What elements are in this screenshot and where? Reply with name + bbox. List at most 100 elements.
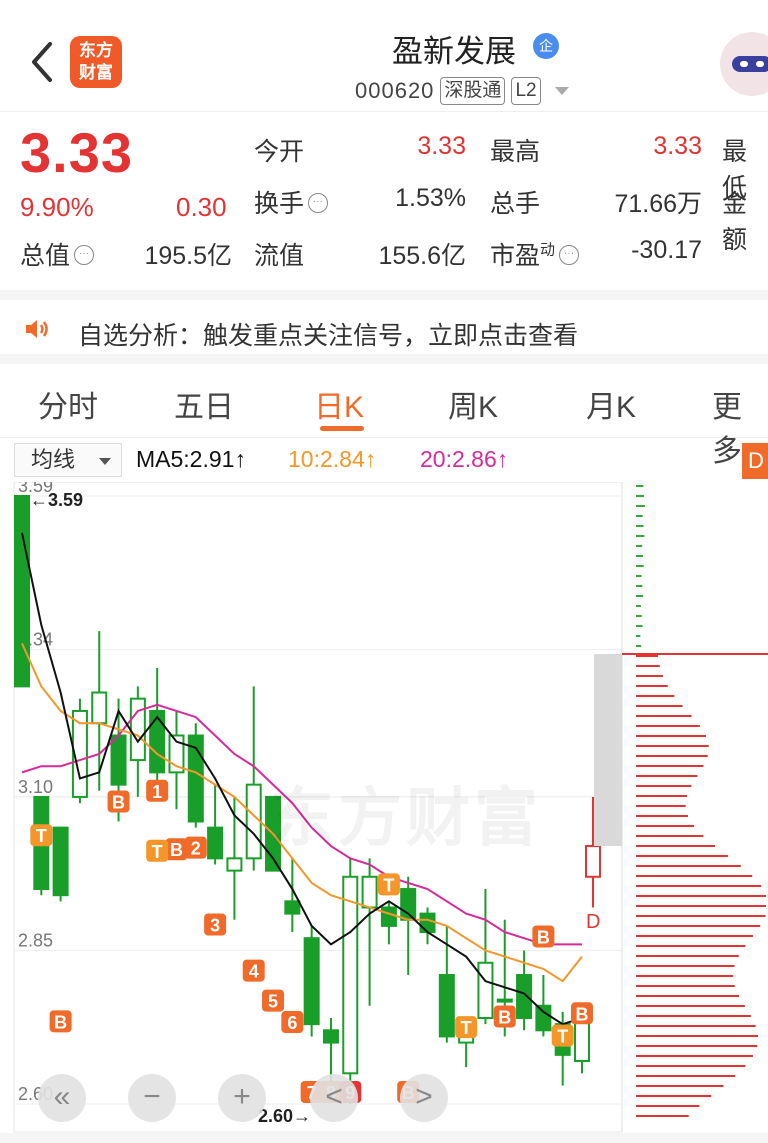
high-label: 最高 <box>490 138 541 166</box>
candle-body <box>245 783 262 860</box>
turnover-value: 1.53% <box>395 184 466 212</box>
signal-marker-label: 5 <box>268 992 278 1012</box>
turnover-label-text: 换手 <box>254 190 305 218</box>
back-arrow-icon[interactable] <box>28 40 58 84</box>
pct-change: 9.90% <box>20 192 94 222</box>
low-price-label: 2.60→ <box>258 1106 311 1126</box>
logo-line1: 东方 <box>79 41 113 60</box>
turnover-label: 换手 ··· <box>254 184 329 220</box>
rewind-button[interactable]: « <box>38 1074 86 1122</box>
signal-marker-label: B <box>170 840 183 860</box>
float-label: 流值 <box>254 242 305 270</box>
tab-five-day[interactable]: 五日 <box>174 382 234 426</box>
candle-body <box>226 857 243 872</box>
float-value: 155.6亿 <box>378 242 466 270</box>
signal-marker-label: 6 <box>287 1013 297 1033</box>
info-icon[interactable]: ··· <box>74 245 95 265</box>
quote-panel[interactable]: 3.33 9.90% 0.30 今开 3.33 最高 3.33 最低 换手 ···… <box>0 112 768 288</box>
ma10-value: 10:2.84↑ <box>288 446 377 472</box>
pe-label: 市盈动 ··· <box>490 236 580 272</box>
indicator-select[interactable]: 均线 <box>14 443 122 477</box>
signal-marker-label: T <box>152 842 163 862</box>
signal-marker-label: 3 <box>210 915 220 935</box>
stock-code: 000620 <box>355 78 435 103</box>
candle-body <box>110 734 127 786</box>
amount-label: 金额 <box>722 190 748 254</box>
scroll-range-band <box>594 654 622 846</box>
d-button[interactable]: D <box>742 443 768 479</box>
signal-marker-label: T <box>383 875 394 895</box>
open-value: 3.33 <box>417 132 466 160</box>
signal-marker-label: T <box>36 826 47 846</box>
stock-name: 盈新发展 <box>392 34 516 69</box>
candle-body <box>52 826 69 897</box>
prev-button[interactable]: < <box>310 1074 358 1122</box>
candle-body <box>91 691 108 725</box>
caret-down-icon <box>99 458 111 465</box>
mktcap-label: 总值 ··· <box>20 236 95 272</box>
logo-line2: 财富 <box>79 63 113 82</box>
signal-marker-label: 1 <box>152 782 162 802</box>
ma-indicator-row: 均线 MA5:2.91↑ 10:2.84↑ 20:2.86↑ D <box>0 440 768 482</box>
candle-body <box>438 974 455 1038</box>
d-marker: D <box>586 911 600 933</box>
signal-marker-label: T <box>557 1027 568 1047</box>
dropdown-icon[interactable] <box>554 87 569 95</box>
candle-body <box>303 937 320 1026</box>
zoom-in-button[interactable]: + <box>218 1074 266 1122</box>
tab-intraday[interactable]: 分时 <box>38 382 98 426</box>
signal-marker-label: B <box>498 1007 511 1027</box>
price-change: 0.30 <box>176 192 227 222</box>
bottom-bar <box>0 1133 768 1143</box>
tab-daily-k[interactable]: 日K <box>314 382 364 426</box>
signal-marker-label: T <box>461 1018 472 1038</box>
candle-body <box>322 1029 339 1044</box>
ma20-value: 20:2.86↑ <box>420 446 509 472</box>
enterprise-badge: 企 <box>533 33 559 59</box>
header-bar: 东方 财富 盈新发展 企 000620 深股通 L2 <box>0 0 768 112</box>
robot-avatar-icon[interactable] <box>720 32 768 96</box>
pe-sup: 动 <box>540 241 556 259</box>
kline-chart[interactable]: 3.593.343.102.852.60←3.592.60→BTB1234567… <box>0 482 768 1143</box>
signal-marker-label: 4 <box>249 962 259 982</box>
candle-body <box>585 845 601 878</box>
signal-marker-label: B <box>537 927 550 947</box>
analysis-notice[interactable]: 自选分析：触发重点关注信号，立即点击查看 <box>0 290 768 364</box>
info-icon[interactable]: ··· <box>308 193 329 213</box>
candle-body <box>207 826 224 860</box>
candle-body <box>419 912 436 934</box>
volume-label: 总手 <box>490 190 541 218</box>
candle-body <box>361 875 378 909</box>
info-icon[interactable]: ··· <box>559 245 580 265</box>
signal-marker-label: 2 <box>191 839 201 859</box>
candle-body <box>284 900 301 915</box>
exchange-tag: 深股通 <box>440 77 506 105</box>
candle-body <box>496 998 513 1003</box>
candle-body <box>400 888 417 921</box>
speaker-icon <box>26 320 48 338</box>
candle-body <box>535 1004 552 1032</box>
pe-value: -30.17 <box>631 236 702 264</box>
tab-weekly-k[interactable]: 周K <box>448 382 498 426</box>
zoom-out-button[interactable]: − <box>128 1074 176 1122</box>
watermark: 东方财富 <box>270 782 542 854</box>
pe-label-text: 市盈 <box>490 242 541 270</box>
candle-body <box>129 697 146 762</box>
high-value: 3.33 <box>653 132 702 160</box>
eastmoney-logo[interactable]: 东方 财富 <box>70 36 122 88</box>
y-tick-label: 2.85 <box>18 930 53 950</box>
current-price: 3.33 <box>20 121 133 184</box>
y-tick-label: 3.10 <box>18 777 53 797</box>
candle-body <box>149 709 166 774</box>
indicator-select-label: 均线 <box>31 447 76 472</box>
candle-body <box>380 906 397 927</box>
notice-text: 自选分析：触发重点关注信号，立即点击查看 <box>78 322 579 350</box>
next-button[interactable]: > <box>400 1074 448 1122</box>
stock-code-row[interactable]: 000620 深股通 L2 <box>355 76 569 106</box>
active-tab-underline <box>320 426 364 431</box>
open-label: 今开 <box>254 138 305 166</box>
tab-monthly-k[interactable]: 月K <box>586 382 636 426</box>
mktcap-value: 195.5亿 <box>144 242 232 270</box>
level-tag: L2 <box>511 77 541 105</box>
candle-body <box>342 875 359 1075</box>
